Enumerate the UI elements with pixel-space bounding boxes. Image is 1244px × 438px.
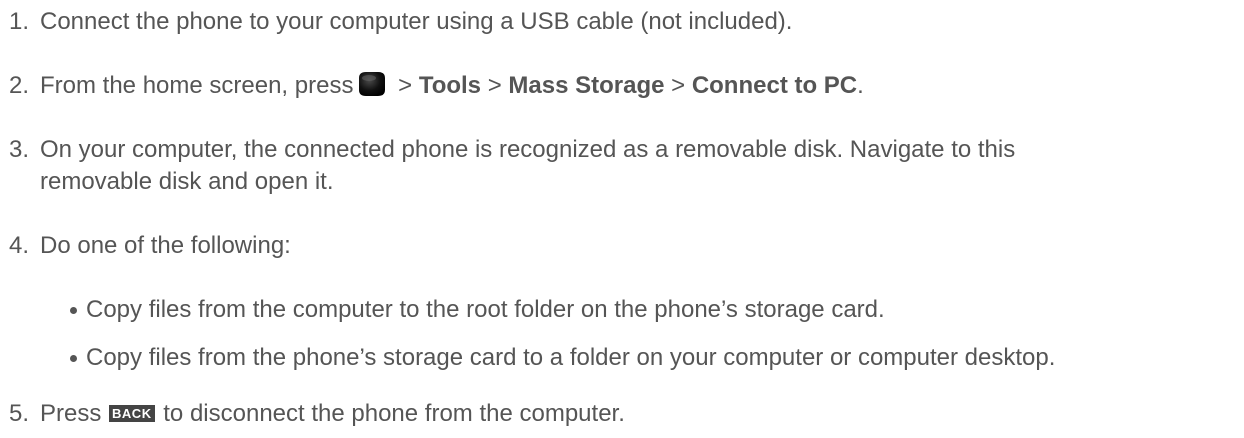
step-text: Press BACK to disconnect the phone from … [40,398,1236,430]
step-text: On your computer, the connected phone is… [40,134,1236,198]
home-key-icon [355,70,389,98]
sub-item-text: Copy files from the computer to the root… [86,296,885,323]
bullet-icon [70,307,77,314]
step-text-part: From the home screen, press [40,72,354,99]
separator: > [664,72,692,99]
step-number: 5. [9,400,30,427]
step-text: From the home screen, press > Tools > Ma… [40,70,1236,102]
step-text: Do one of the following: [40,232,291,259]
instruction-list: 1. Connect the phone to your computer us… [0,0,1244,438]
step-text: Connect the phone to your computer using… [40,8,793,35]
menu-path-mass-storage: Mass Storage [508,72,665,99]
step-text-part: to disconnect the phone from the compute… [163,400,625,427]
step-number: 1. [9,8,30,35]
step-number: 4. [9,232,30,259]
separator: > [391,72,419,99]
step-text-line: removable disk and open it. [40,168,334,195]
step-text-end: . [857,72,864,99]
menu-path-tools: Tools [418,72,482,99]
back-key-icon: BACK [109,405,155,422]
step-number: 2. [9,72,30,99]
sub-item-text: Copy files from the phone’s storage card… [86,344,1056,371]
step-text-line: On your computer, the connected phone is… [40,136,1016,163]
separator: > [481,72,509,99]
menu-path-connect-to-pc: Connect to PC [691,72,858,99]
bullet-icon [70,355,77,362]
step-text-part: Press [40,400,102,427]
step-number: 3. [9,136,30,163]
